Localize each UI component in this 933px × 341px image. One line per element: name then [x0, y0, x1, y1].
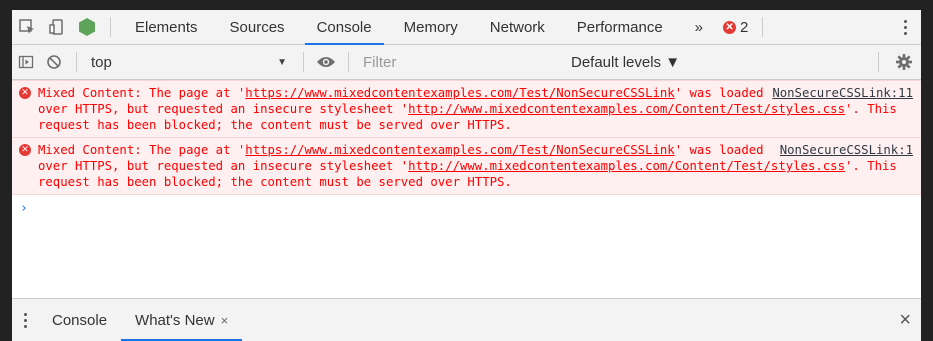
drawer-menu-icon[interactable] — [12, 312, 38, 328]
drawer-tab-label: Console — [52, 311, 108, 329]
log-levels-dropdown[interactable]: Default levels ▼ — [563, 54, 870, 71]
toolbar-divider — [878, 52, 879, 72]
error-counter[interactable]: ✕ 2 — [719, 19, 754, 36]
message-text: Mixed Content: The page at ' — [38, 143, 246, 157]
toolbar-divider — [348, 52, 349, 72]
dropdown-arrow-icon: ▼ — [277, 56, 287, 68]
drawer-tab-console[interactable]: Console — [38, 299, 121, 341]
device-toolbar-icon[interactable] — [42, 10, 72, 44]
tab-console[interactable]: Console — [301, 10, 388, 45]
devtools-panel: Elements Sources Console Memory Network … — [12, 10, 921, 341]
more-tabs-button[interactable]: » — [679, 10, 719, 44]
close-drawer-icon[interactable]: × — [899, 309, 911, 332]
tab-elements[interactable]: Elements — [119, 10, 214, 44]
error-icon: ✕ — [19, 87, 31, 99]
page-url-link[interactable]: https://www.mixedcontentexamples.com/Tes… — [245, 86, 674, 100]
page-url-link[interactable]: https://www.mixedcontentexamples.com/Tes… — [245, 143, 674, 157]
customize-menu-icon[interactable] — [895, 19, 915, 35]
tab-sources[interactable]: Sources — [214, 10, 301, 44]
filter-input[interactable]: Filter — [357, 54, 563, 71]
context-selector[interactable]: top ▼ — [85, 45, 295, 79]
drawer-tab-bar: Console What's New × × — [12, 298, 921, 341]
message-source-link[interactable]: NonSecureCSSLink:1 — [780, 142, 913, 158]
tab-memory[interactable]: Memory — [388, 10, 474, 44]
css-url-link[interactable]: http://www.mixedcontentexamples.com/Cont… — [408, 159, 845, 173]
live-expression-eye-icon[interactable] — [312, 45, 340, 79]
clear-console-icon[interactable] — [40, 45, 68, 79]
console-messages: ✕ NonSecureCSSLink:11 Mixed Content: The… — [12, 80, 921, 306]
error-icon: ✕ — [723, 20, 737, 34]
toolbar-divider — [110, 17, 111, 37]
console-prompt[interactable]: › — [12, 195, 921, 222]
message-source-link[interactable]: NonSecureCSSLink:11 — [772, 85, 913, 101]
drawer-tab-whats-new[interactable]: What's New × — [121, 299, 243, 341]
sidebar-toggle-icon[interactable] — [12, 45, 40, 79]
toolbar-divider — [303, 52, 304, 72]
error-count-label: 2 — [740, 18, 749, 36]
console-error-message[interactable]: ✕ NonSecureCSSLink:1 Mixed Content: The … — [12, 138, 921, 195]
close-tab-icon[interactable]: × — [221, 313, 229, 328]
drawer-tab-label: What's New — [135, 311, 215, 329]
error-icon: ✕ — [19, 144, 31, 156]
console-toolbar: top ▼ Filter Default levels ▼ — [12, 45, 921, 80]
toolbar-divider — [76, 52, 77, 72]
tab-network[interactable]: Network — [474, 10, 561, 44]
gear-icon[interactable] — [887, 45, 921, 79]
inspect-element-icon[interactable] — [12, 10, 42, 44]
message-text: Mixed Content: The page at ' — [38, 86, 246, 100]
tab-performance[interactable]: Performance — [561, 10, 679, 44]
node-hex-icon[interactable] — [72, 10, 102, 44]
main-tab-bar: Elements Sources Console Memory Network … — [12, 10, 921, 45]
console-error-message[interactable]: ✕ NonSecureCSSLink:11 Mixed Content: The… — [12, 80, 921, 138]
toolbar-divider — [762, 17, 764, 37]
context-label: top — [91, 53, 112, 71]
css-url-link[interactable]: http://www.mixedcontentexamples.com/Cont… — [408, 102, 845, 116]
